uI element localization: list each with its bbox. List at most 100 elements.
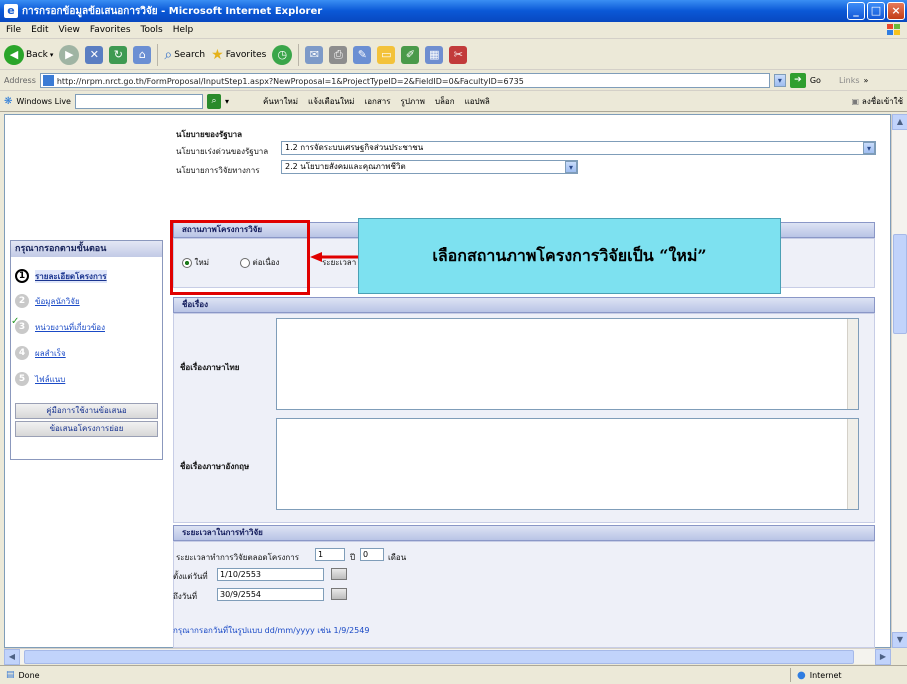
refresh-icon[interactable]: ↻ — [109, 45, 128, 64]
months-unit: เดือน — [388, 553, 407, 562]
duration-months-input[interactable]: 0 — [360, 548, 384, 561]
duration-section-heading: ระยะเวลาในการทำวิจัย — [173, 525, 875, 541]
horizontal-scroll-thumb[interactable] — [24, 650, 854, 664]
menu-favorites[interactable]: Favorites — [90, 25, 131, 35]
policy-row2-label: นโยบายการวิจัยทางการ — [176, 166, 260, 175]
windows-flag-icon — [887, 24, 900, 35]
textarea-scrollbar[interactable] — [847, 319, 858, 409]
step-2[interactable]: 2 ข้อมูลนักวิจัย — [15, 294, 80, 308]
manual-button[interactable]: คู่มือการใช้งานข้อเสนอ — [15, 403, 158, 419]
tools-icon[interactable]: ✂ — [449, 45, 468, 64]
wl-link-5[interactable]: บล็อก — [435, 95, 455, 108]
status-bar: ▤ Done ● Internet — [0, 665, 907, 684]
scroll-up-icon[interactable]: ▲ — [892, 114, 907, 130]
windows-live-search-icon[interactable]: ⌕ — [206, 94, 221, 109]
chevron-down-icon[interactable]: ▾ — [565, 161, 577, 173]
step-5[interactable]: 5 ไฟล์แนบ — [15, 372, 65, 386]
start-date-input[interactable]: 1/10/2553 — [217, 568, 324, 581]
ie-icon: e — [4, 4, 18, 18]
address-dropdown-icon[interactable]: ▾ — [773, 74, 786, 87]
end-calendar-icon[interactable] — [331, 588, 347, 600]
policy-row1-select[interactable]: 1.2 การจัดระบบเศรษฐกิจส่วนประชาชน ▾ — [281, 141, 876, 155]
steps-panel-title: กรุณากรอกตามขั้นตอน — [11, 241, 162, 257]
policy-row2-select[interactable]: 2.2 นโยบายสังคมและคุณภาพชีวิต ▾ — [281, 160, 578, 174]
vertical-scroll-thumb[interactable] — [893, 234, 907, 334]
date-format-hint: กรุณากรอกวันที่ในรูปแบบ dd/mm/yyyy เช่น … — [173, 626, 370, 635]
eng-title-textarea[interactable] — [276, 418, 859, 510]
research-icon[interactable]: ▦ — [425, 45, 444, 64]
step-4[interactable]: 4 ผลสำเร็จ — [15, 346, 66, 360]
start-calendar-icon[interactable] — [331, 568, 347, 580]
forward-button[interactable]: ▶ — [59, 44, 80, 65]
search-icon: ⌕ — [164, 46, 173, 63]
policy-heading: นโยบายของรัฐบาล — [176, 130, 243, 139]
back-dropdown-icon[interactable]: ▾ — [50, 51, 54, 59]
red-arrow-icon — [310, 252, 358, 262]
menu-bar: File Edit View Favorites Tools Help — [0, 22, 907, 39]
favorites-button[interactable]: ★ Favorites — [211, 43, 266, 67]
edit-page-icon[interactable]: ✎ — [353, 45, 372, 64]
end-date-input[interactable]: 30/9/2554 — [217, 588, 324, 601]
steps-panel: กรุณากรอกตามขั้นตอน 1 รายละเอียดโครงการ … — [10, 240, 163, 460]
menu-file[interactable]: File — [6, 25, 21, 35]
star-icon: ★ — [211, 46, 224, 63]
menu-view[interactable]: View — [59, 25, 80, 35]
years-unit: ปี — [350, 553, 356, 562]
duration-years-input[interactable]: 1 — [315, 548, 345, 561]
search-button[interactable]: ⌕ Search — [164, 43, 205, 67]
home-icon[interactable]: ⌂ — [133, 45, 152, 64]
policy-row1-label: นโยบายเร่งด่วนของรัฐบาล — [176, 147, 269, 156]
messenger-icon[interactable]: ✐ — [401, 45, 420, 64]
thai-title-label: ชื่อเรื่องภาษาไทย — [180, 363, 240, 372]
windows-live-dropdown-icon[interactable]: ▾ — [225, 97, 229, 106]
end-date-label: ถึงวันที่ — [173, 592, 197, 601]
window-title: การกรอกข้อมูลข้อเสนอการวิจัย - Microsoft… — [22, 5, 323, 17]
chevron-down-icon[interactable]: ▾ — [863, 142, 875, 154]
history-icon[interactable]: ◷ — [272, 44, 293, 65]
standard-toolbar: ◀ Back ▾ ▶ ✕ ↻ ⌂ ⌕ Search ★ Favorites ◷ … — [0, 40, 907, 70]
go-arrow-icon[interactable]: ➔ — [789, 73, 806, 88]
page-icon — [42, 75, 54, 86]
start-date-label: ตั้งแต่วันที่ — [173, 572, 208, 581]
scroll-right-icon[interactable]: ▶ — [875, 649, 891, 665]
wl-signin-link[interactable]: ลงชื่อเข้าใช้ — [862, 95, 903, 108]
maximize-button[interactable]: □ — [867, 2, 885, 20]
scroll-left-icon[interactable]: ◀ — [4, 649, 20, 665]
mail-icon[interactable]: ✉ — [305, 45, 324, 64]
windows-live-search-input[interactable] — [74, 94, 203, 109]
wl-link-4[interactable]: รูปภาพ — [401, 95, 425, 108]
vertical-scrollbar[interactable]: ▲ ▼ — [891, 114, 907, 648]
wl-link-3[interactable]: เอกสาร — [364, 95, 390, 108]
menu-tools[interactable]: Tools — [141, 25, 163, 35]
print-icon[interactable]: ⎙ — [329, 45, 348, 64]
wl-link-6[interactable]: แอปพลิ — [465, 95, 490, 108]
go-button[interactable]: Go — [810, 76, 821, 85]
stop-icon[interactable]: ✕ — [85, 45, 104, 64]
folder-icon[interactable]: ▭ — [377, 45, 396, 64]
links-button[interactable]: Links — [839, 76, 860, 85]
menu-edit[interactable]: Edit — [31, 25, 48, 35]
close-button[interactable]: × — [887, 2, 905, 20]
security-zone: ● Internet — [790, 668, 907, 682]
links-chevron-icon[interactable]: » — [864, 76, 869, 85]
step-1[interactable]: 1 รายละเอียดโครงการ — [15, 269, 107, 283]
menu-help[interactable]: Help — [173, 25, 194, 35]
address-bar: Address http://nrpm.nrct.go.th/FormPropo… — [0, 71, 907, 91]
windows-live-logo-icon: ❋ — [4, 96, 13, 107]
back-button[interactable]: ◀ Back ▾ — [4, 43, 53, 67]
address-input[interactable]: http://nrpm.nrct.go.th/FormProposal/Inpu… — [39, 73, 770, 88]
window-title-bar: e การกรอกข้อมูลข้อเสนอการวิจัย - Microso… — [0, 0, 907, 22]
horizontal-scrollbar[interactable]: ◀ ▶ — [4, 648, 891, 665]
textarea-scrollbar[interactable] — [847, 419, 858, 509]
title-section-heading: ชื่อเรื่อง — [173, 297, 875, 313]
duration-label: ระยะเวลาทำการวิจัยตลอดโครงการ — [176, 553, 300, 562]
page-done-icon: ▤ — [6, 670, 15, 680]
wl-options-icon[interactable]: ▣ — [851, 97, 859, 106]
wl-link-1[interactable]: ค้นหาใหม่ — [263, 95, 298, 108]
scroll-down-icon[interactable]: ▼ — [892, 632, 907, 648]
subproject-button[interactable]: ข้อเสนอโครงการย่อย — [15, 421, 158, 437]
wl-link-2[interactable]: แจ้งเตือนใหม่ — [308, 95, 354, 108]
thai-title-textarea[interactable] — [276, 318, 859, 410]
minimize-button[interactable]: _ — [847, 2, 865, 20]
step-3[interactable]: ✓ 3 หน่วยงานที่เกี่ยวข้อง — [11, 316, 105, 334]
